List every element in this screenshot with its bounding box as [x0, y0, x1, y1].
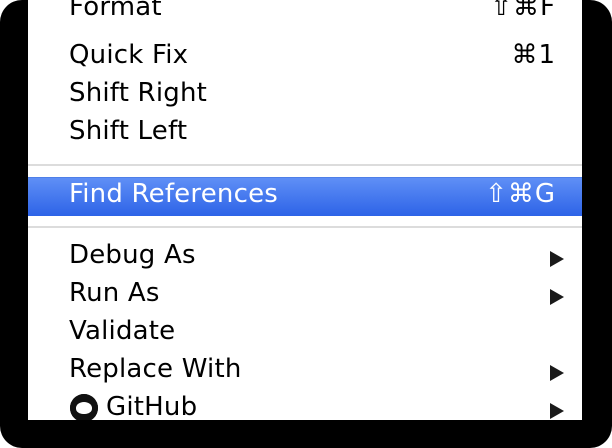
submenu-arrow-icon: [550, 289, 564, 305]
menu-item-label: Validate: [69, 316, 176, 346]
menu-separator: [28, 164, 582, 166]
menu-item-shortcut: ⇧⌘G: [485, 179, 556, 209]
menu-item-run-as[interactable]: Run As: [28, 277, 582, 315]
menu-item-github[interactable]: GitHub: [28, 391, 582, 420]
menu-item-find-references[interactable]: Find References ⇧⌘G: [28, 177, 582, 216]
menu-item-label: Replace With: [69, 354, 242, 384]
menu-item-label: Debug As: [69, 240, 196, 270]
menu-item-label: Quick Fix: [69, 40, 189, 70]
menu-item-label: Format: [69, 0, 162, 22]
menu-item-label: Shift Right: [69, 78, 208, 108]
submenu-arrow-icon: [550, 403, 564, 419]
submenu-arrow-icon: [550, 365, 564, 381]
menu-item-format[interactable]: Format ⇧⌘F: [28, 0, 582, 29]
menu-item-quick-fix[interactable]: Quick Fix ⌘1: [28, 39, 582, 77]
menu-item-shortcut: ⇧⌘F: [490, 0, 556, 22]
menu-item-label: Shift Left: [69, 116, 188, 146]
menu-separator: [28, 226, 582, 228]
menu-item-shift-left[interactable]: Shift Left: [28, 115, 582, 153]
menu-item-label: Find References: [69, 179, 279, 209]
menu-item-replace-with[interactable]: Replace With: [28, 353, 582, 391]
submenu-arrow-icon: [550, 251, 564, 267]
github-icon: [70, 394, 98, 420]
menu-item-label: Run As: [69, 278, 160, 308]
menu-item-shortcut: ⌘1: [511, 40, 556, 70]
menu-item-label: GitHub: [106, 392, 198, 420]
menu-item-debug-as[interactable]: Debug As: [28, 239, 582, 277]
menu-item-shift-right[interactable]: Shift Right: [28, 77, 582, 115]
context-menu: Format ⇧⌘F Quick Fix ⌘1 Shift Right Shif…: [28, 0, 582, 420]
menu-item-validate[interactable]: Validate: [28, 315, 582, 353]
